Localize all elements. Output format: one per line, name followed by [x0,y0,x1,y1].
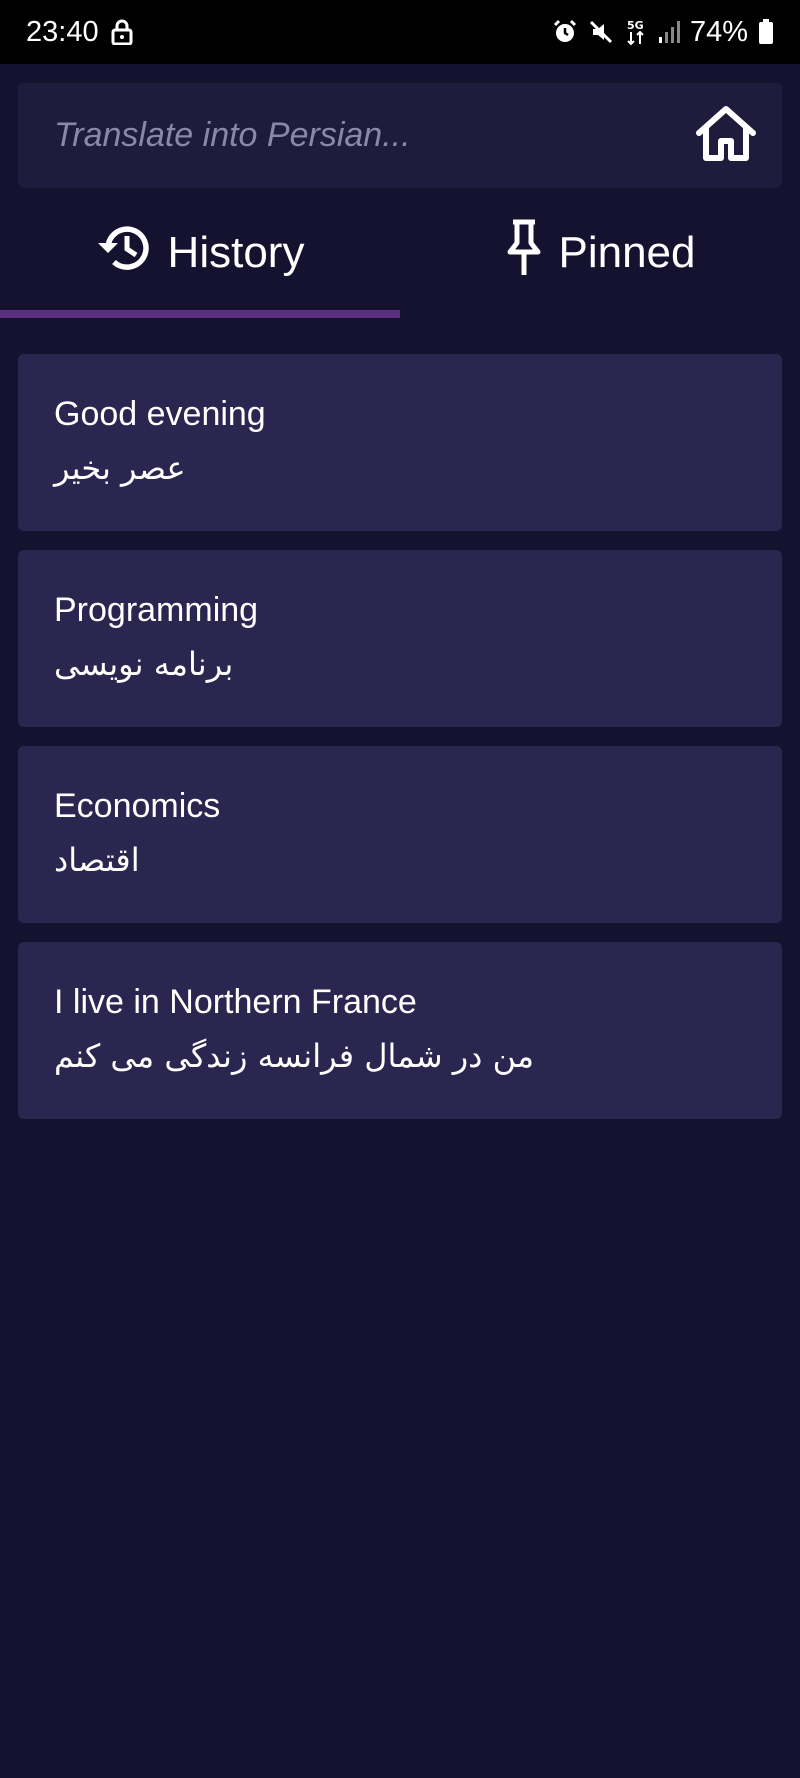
battery-percent: 74% [689,15,748,48]
alarm-icon [552,19,578,45]
battery-icon [758,19,774,45]
tab-history[interactable]: History [0,200,400,318]
lock-icon [111,19,133,45]
search-input[interactable] [54,105,678,166]
status-left: 23:40 [26,16,133,49]
pin-icon [504,219,544,288]
tab-bar: History Pinned [0,200,800,318]
history-list: Good evening عصر بخیر Programming برنامه… [18,354,782,1119]
status-right: 5G 74% [552,16,774,49]
mute-icon [588,19,614,45]
list-item[interactable]: Economics اقتصاد [18,746,782,923]
source-text: Economics [54,787,221,825]
tab-pinned-label: Pinned [558,228,696,277]
search-bar [18,83,782,188]
list-item[interactable]: I live in Northern France من در شمال فرا… [18,942,782,1119]
history-icon [96,221,154,286]
list-item[interactable]: Programming برنامه نویسی [18,550,782,727]
source-text: Programming [54,591,259,629]
home-button[interactable] [678,88,774,184]
5g-icon: 5G [624,18,648,46]
translation-text: اقتصاد [54,840,140,879]
status-bar: 23:40 5G 74% [0,0,800,64]
signal-icon [658,20,680,44]
source-text: I live in Northern France [54,983,417,1021]
status-time: 23:40 [26,15,99,48]
tab-indicator [0,310,400,318]
tab-history-label: History [167,228,305,277]
translation-text: برنامه نویسی [54,644,234,683]
translation-text: من در شمال فرانسه زندگی می کنم [54,1036,535,1075]
translation-text: عصر بخیر [54,448,186,487]
svg-text:5G: 5G [627,19,644,32]
source-text: Good evening [54,395,266,433]
home-icon [693,103,759,168]
tab-pinned[interactable]: Pinned [400,200,800,318]
list-item[interactable]: Good evening عصر بخیر [18,354,782,531]
